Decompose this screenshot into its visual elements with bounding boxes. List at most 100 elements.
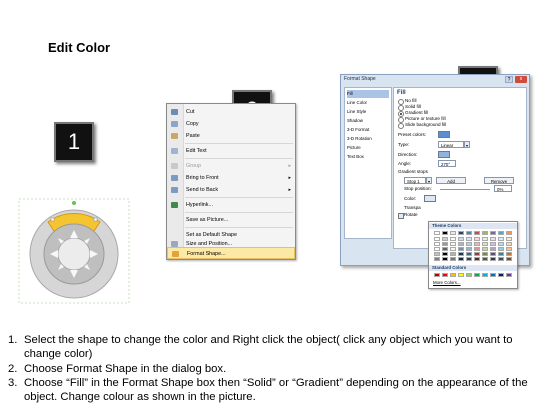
theme-color-swatch[interactable] [466,257,472,261]
radio-slide-background-fill[interactable] [398,123,404,129]
circular-diagram[interactable] [18,198,130,304]
theme-color-swatch[interactable] [482,247,488,251]
theme-color-swatch[interactable] [450,242,456,246]
theme-color-swatch[interactable] [466,252,472,256]
remove-stop-button[interactable]: Remove [484,177,514,184]
menu-item-send-to-back[interactable]: Send to Back ▸ [167,184,295,196]
theme-color-swatch[interactable] [506,231,512,235]
theme-color-swatch[interactable] [482,257,488,261]
theme-color-swatch[interactable] [490,237,496,241]
theme-color-swatch[interactable] [498,237,504,241]
standard-color-swatch[interactable] [506,273,512,277]
center-circle[interactable] [57,237,91,271]
stop-select[interactable]: Stop 1 [404,177,426,184]
theme-color-swatch[interactable] [458,257,464,261]
nav-picture[interactable]: Picture [347,144,389,152]
rotate-handle[interactable] [72,201,76,205]
standard-color-swatch[interactable] [458,273,464,277]
menu-item-copy[interactable]: Copy [167,118,295,130]
menu-item-hyperlink[interactable]: Hyperlink... [167,199,295,211]
standard-color-swatch[interactable] [490,273,496,277]
theme-color-swatch[interactable] [506,247,512,251]
theme-color-swatch[interactable] [458,237,464,241]
standard-color-swatch[interactable] [434,273,440,277]
theme-color-swatch[interactable] [498,257,504,261]
nav-fill[interactable]: Fill [347,90,389,98]
theme-color-swatch[interactable] [466,237,472,241]
angle-input[interactable]: 270° [438,160,456,167]
color-button[interactable] [424,195,436,202]
standard-color-swatch[interactable] [442,273,448,277]
menu-item-bring-to-front[interactable]: Bring to Front ▸ [167,172,295,184]
stop-position-slider[interactable] [440,189,490,190]
standard-color-swatch[interactable] [498,273,504,277]
theme-color-swatch[interactable] [442,242,448,246]
chevron-down-icon[interactable]: ▾ [426,177,432,184]
theme-color-swatch[interactable] [490,242,496,246]
standard-color-swatch[interactable] [450,273,456,277]
theme-color-swatch[interactable] [474,237,480,241]
close-button[interactable]: x [515,76,527,83]
stop-position-input[interactable]: 0% [494,185,512,192]
theme-color-swatch[interactable] [434,252,440,256]
help-button[interactable]: ? [505,76,513,83]
theme-color-swatch[interactable] [442,237,448,241]
menu-item-format-shape[interactable]: Format Shape... [167,247,295,259]
theme-color-swatch[interactable] [482,237,488,241]
theme-color-swatch[interactable] [450,237,456,241]
menu-item-edit-text[interactable]: Edit Text [167,145,295,157]
theme-color-swatch[interactable] [474,242,480,246]
more-colors-link[interactable]: More Colors... [433,280,461,285]
theme-color-swatch[interactable] [482,242,488,246]
theme-color-swatch[interactable] [466,242,472,246]
theme-color-swatch[interactable] [482,231,488,235]
theme-color-swatch[interactable] [434,242,440,246]
nav-line-color[interactable]: Line Color [347,99,389,107]
theme-color-swatch[interactable] [474,247,480,251]
type-select[interactable]: Linear [438,141,464,148]
theme-color-swatch[interactable] [506,257,512,261]
theme-color-swatch[interactable] [450,257,456,261]
theme-color-swatch[interactable] [474,231,480,235]
theme-color-swatch[interactable] [450,231,456,235]
menu-item-cut[interactable]: Cut [167,106,295,118]
theme-color-swatch[interactable] [490,247,496,251]
theme-color-swatch[interactable] [506,252,512,256]
menu-item-save-as-picture[interactable]: Save as Picture... [167,214,295,226]
standard-color-swatch[interactable] [482,273,488,277]
theme-color-swatch[interactable] [498,231,504,235]
preset-colors-button[interactable] [438,131,450,138]
theme-color-swatch[interactable] [434,237,440,241]
theme-color-swatch[interactable] [450,247,456,251]
theme-color-swatch[interactable] [490,257,496,261]
direction-button[interactable] [438,151,450,158]
theme-color-swatch[interactable] [506,242,512,246]
theme-color-swatch[interactable] [466,247,472,251]
theme-color-swatch[interactable] [434,231,440,235]
theme-color-swatch[interactable] [434,257,440,261]
standard-color-swatch[interactable] [474,273,480,277]
theme-color-swatch[interactable] [474,257,480,261]
theme-color-swatch[interactable] [482,252,488,256]
chevron-down-icon[interactable]: ▾ [464,141,470,148]
theme-color-swatch[interactable] [490,231,496,235]
theme-color-swatch[interactable] [458,252,464,256]
standard-color-swatch[interactable] [466,273,472,277]
theme-color-swatch[interactable] [466,231,472,235]
theme-color-swatch[interactable] [490,252,496,256]
theme-color-swatch[interactable] [458,242,464,246]
theme-color-swatch[interactable] [458,231,464,235]
theme-color-swatch[interactable] [442,252,448,256]
theme-color-swatch[interactable] [474,252,480,256]
menu-item-paste[interactable]: Paste [167,130,295,142]
theme-color-swatch[interactable] [506,237,512,241]
nav-shadow[interactable]: Shadow [347,117,389,125]
theme-color-swatch[interactable] [434,247,440,251]
nav-line-style[interactable]: Line Style [347,108,389,116]
theme-color-swatch[interactable] [458,247,464,251]
add-stop-button[interactable]: Add [436,177,466,184]
nav-3d-rotation[interactable]: 3-D Rotation [347,135,389,143]
nav-text-box[interactable]: Text Box [347,153,389,161]
theme-color-swatch[interactable] [498,247,504,251]
theme-color-swatch[interactable] [442,231,448,235]
